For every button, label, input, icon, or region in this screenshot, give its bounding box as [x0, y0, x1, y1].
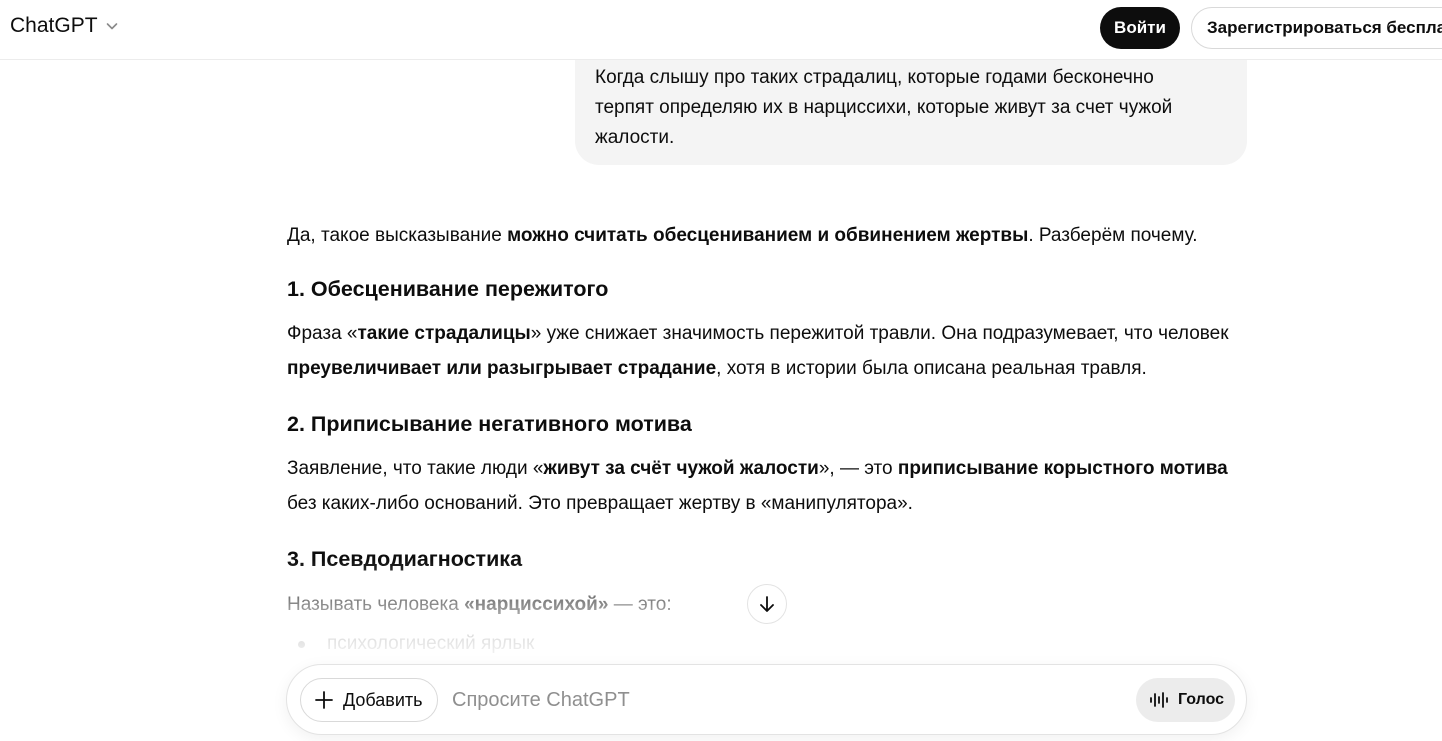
section-heading: 1. Обесценивание пережитого [287, 277, 609, 301]
bold-text: такие страдалицы [357, 323, 531, 344]
model-switcher[interactable]: ChatGPT [10, 14, 120, 38]
voice-button-label: Голос [1178, 691, 1225, 708]
top-bar: ChatGPT Войти Зарегистрироваться бесплат… [0, 0, 1442, 60]
bold-text: живут за счёт чужой жалости [543, 458, 819, 479]
add-button-label: Добавить [343, 689, 423, 710]
text-run: Называть человека [287, 594, 465, 615]
text-run: , хотя в истории была описана реальная т… [716, 358, 1147, 379]
signup-button[interactable]: Зарегистрироваться бесплатно [1191, 7, 1442, 49]
user-message-line: Когда слышу про таких страдалиц, которые… [595, 67, 1154, 88]
model-name: ChatGPT [10, 14, 98, 37]
user-message-line: жалости. [595, 127, 675, 148]
scroll-to-bottom-button[interactable] [747, 584, 787, 624]
section-paragraph: Называть человека «нарциссихой» — это: [287, 587, 672, 622]
bold-text: можно считать обесцениванием и обвинение… [507, 225, 1029, 246]
bold-text: преувеличивает или разыгрывает страдание [287, 358, 717, 379]
list-item: психологический ярлык [287, 628, 534, 660]
user-message-line: терпят определяю их в нарциссихи, которы… [595, 97, 1173, 118]
voice-button[interactable]: Голос [1136, 678, 1235, 722]
bullet-list: психологический ярлык [287, 628, 534, 660]
text-run: без каких-либо оснований. Это превращает… [287, 493, 913, 514]
text-run: Заявление, что такие люди « [287, 458, 544, 479]
section-paragraph: Заявление, что такие люди «живут за счёт… [287, 451, 1257, 521]
bold-text: «нарциссихой» [464, 594, 609, 615]
arrow-down-icon [760, 596, 774, 612]
text-run: . Разберём почему. [1028, 225, 1198, 246]
text-run: Фраза « [287, 323, 358, 344]
section-heading: 3. Псевдодиагностика [287, 547, 523, 571]
answer-intro: Да, такое высказывание можно считать обе… [287, 218, 1198, 253]
text-run: » уже снижает значимость пережитой травл… [530, 323, 1229, 344]
bold-text: приписывание корыстного мотива [897, 458, 1228, 479]
prompt-input[interactable] [452, 685, 1122, 715]
text-run: », — это [818, 458, 898, 479]
composer: Добавить Голос [286, 664, 1247, 735]
text-run: Да, такое высказывание [287, 225, 508, 246]
text-run: — это: [608, 594, 672, 615]
chevron-down-icon [106, 23, 117, 30]
login-button[interactable]: Войти [1100, 7, 1180, 49]
section-paragraph: Фраза «такие страдалицы» уже снижает зна… [287, 316, 1257, 386]
voice-waveform-icon [1150, 692, 1168, 708]
chat-app: ChatGPT Войти Зарегистрироваться бесплат… [0, 0, 1442, 741]
section-heading: 2. Приписывание негативного мотива [287, 412, 692, 436]
add-button[interactable]: Добавить [300, 678, 438, 722]
plus-icon [315, 691, 333, 709]
